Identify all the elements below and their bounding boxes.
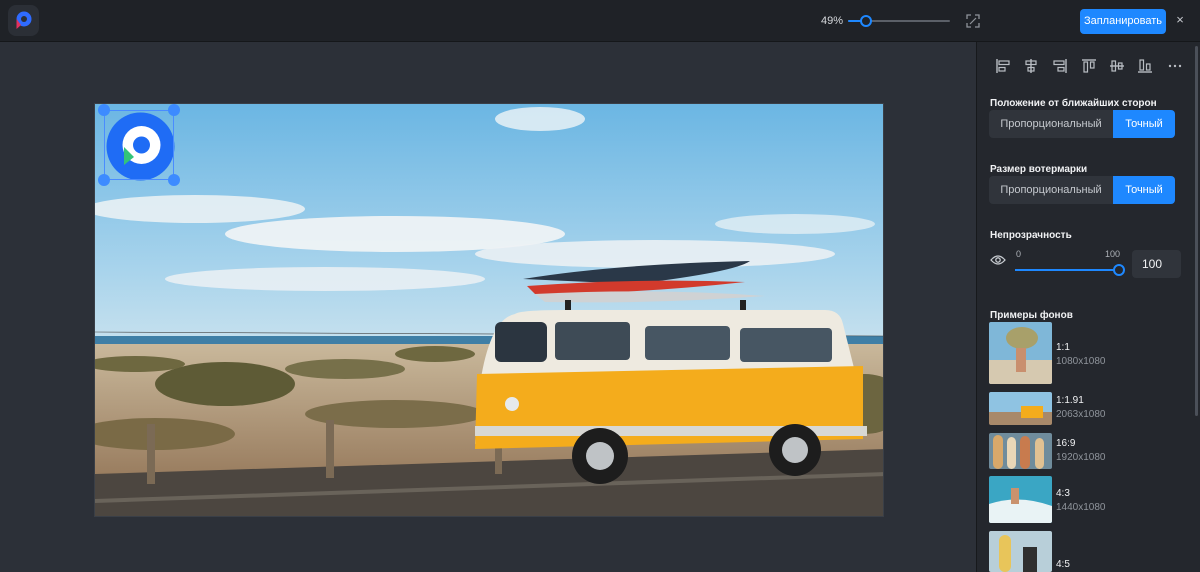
sample-thumbnail	[989, 476, 1052, 523]
sample-thumbnail	[989, 322, 1052, 384]
position-option-proportional[interactable]: Пропорциональный	[989, 110, 1113, 138]
sample-dims: 1080x1080	[1056, 356, 1106, 367]
more-icon[interactable]	[1167, 58, 1183, 74]
position-option-exact[interactable]: Точный	[1113, 110, 1175, 138]
opacity-min-label: 0	[1016, 249, 1022, 259]
size-section-title: Размер вотермарки	[990, 164, 1088, 175]
align-left-icon[interactable]	[995, 58, 1011, 74]
position-section-title: Положение от ближайших сторон	[990, 98, 1157, 109]
samples-section-title: Примеры фонов	[990, 310, 1073, 321]
resize-handle-top-left[interactable]	[98, 104, 110, 116]
size-option-proportional[interactable]: Пропорциональный	[989, 176, 1113, 204]
align-top-icon[interactable]	[1081, 58, 1097, 74]
sample-item-1-1[interactable]: 1:1 1080x1080	[989, 322, 1175, 384]
sample-item-1-191[interactable]: 1:1.91 2063x1080	[989, 392, 1175, 425]
align-middle-v-icon[interactable]	[1109, 58, 1125, 74]
sample-ratio: 4:5	[1056, 559, 1070, 570]
sample-ratio: 1:1	[1056, 342, 1070, 353]
background-photo	[94, 103, 884, 517]
zoom-level: 49%	[821, 15, 844, 27]
sample-item-16-9[interactable]: 16:9 1920x1080	[989, 433, 1175, 469]
opacity-slider-fill	[1015, 269, 1119, 271]
opacity-max-label: 100	[1105, 249, 1121, 259]
zoom-slider[interactable]	[848, 15, 950, 27]
schedule-button[interactable]: Запланировать	[1080, 9, 1166, 34]
sample-dims: 1920x1080	[1056, 452, 1106, 463]
opacity-slider-thumb[interactable]	[1113, 264, 1125, 276]
sample-dims: 2063x1080	[1056, 409, 1106, 420]
resize-handle-bottom-left[interactable]	[98, 174, 110, 186]
resize-handle-bottom-right[interactable]	[168, 174, 180, 186]
settings-panel: Положение от ближайших сторон Пропорцион…	[976, 42, 1200, 572]
sample-thumbnail	[989, 433, 1052, 469]
align-bottom-icon[interactable]	[1137, 58, 1153, 74]
size-mode-toggle: Пропорциональный Точный	[989, 176, 1175, 204]
app-logo-icon[interactable]	[8, 5, 39, 36]
resize-handle-top-right[interactable]	[168, 104, 180, 116]
align-center-h-icon[interactable]	[1023, 58, 1039, 74]
sample-dims: 1440x1080	[1056, 502, 1106, 513]
sample-thumbnail	[989, 531, 1052, 572]
sample-ratio: 4:3	[1056, 488, 1070, 499]
watermark-selection-box[interactable]	[104, 110, 174, 180]
sample-ratio: 1:1.91	[1056, 395, 1084, 406]
align-right-icon[interactable]	[1052, 58, 1068, 74]
opacity-section-title: Непрозрачность	[990, 230, 1072, 241]
opacity-slider[interactable]	[1015, 264, 1125, 276]
sample-ratio: 16:9	[1056, 438, 1076, 449]
sample-item-4-3[interactable]: 4:3 1440x1080	[989, 476, 1175, 523]
fit-screen-icon[interactable]	[966, 14, 980, 28]
eye-icon[interactable]	[990, 254, 1006, 266]
position-mode-toggle: Пропорциональный Точный	[989, 110, 1175, 138]
top-bar: 49% Запланировать ×	[0, 0, 1200, 42]
sample-item-4-5[interactable]: 4:5	[989, 531, 1175, 572]
zoom-slider-thumb[interactable]	[860, 15, 873, 27]
opacity-value-input[interactable]: 100	[1132, 250, 1181, 278]
close-icon[interactable]: ×	[1174, 12, 1186, 27]
size-option-exact[interactable]: Точный	[1113, 176, 1175, 204]
alignment-toolbar	[995, 58, 1185, 76]
panel-scrollbar[interactable]	[1195, 46, 1198, 416]
sample-thumbnail	[989, 392, 1052, 425]
